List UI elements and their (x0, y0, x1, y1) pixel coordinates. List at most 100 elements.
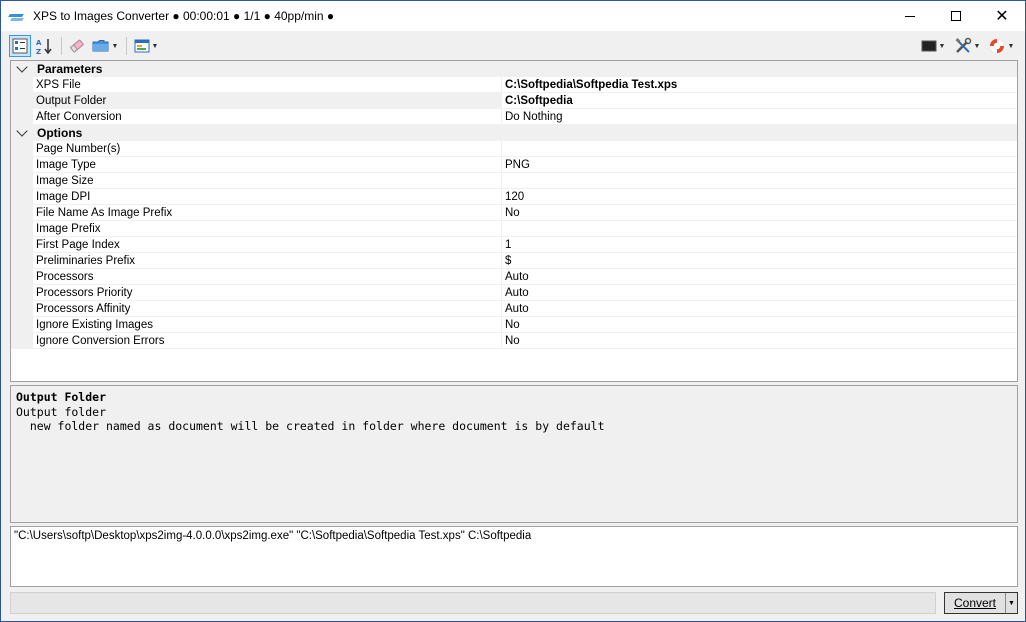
property-row-first-page-index[interactable]: First Page Index 1 (11, 237, 1017, 253)
description-line-1: Output folder (16, 404, 107, 419)
toolbar-separator (126, 37, 127, 55)
close-button[interactable]: ✕ (979, 1, 1025, 31)
property-name: First Page Index (33, 237, 501, 253)
property-value[interactable]: No (501, 205, 1017, 221)
property-value[interactable]: Auto (501, 285, 1017, 301)
property-value[interactable] (501, 141, 1017, 157)
toolbar-right: ▼ ▼ ▼ (917, 34, 1019, 58)
toolbar: A Z ▼ ▼ ▼ ▼ ▼ (9, 34, 1019, 58)
category-label: Options (37, 126, 83, 140)
property-value[interactable]: 120 (501, 189, 1017, 205)
tools-icon (955, 37, 971, 53)
property-value[interactable]: No (501, 333, 1017, 349)
progress-bar (10, 592, 936, 614)
chevron-down-icon: ▼ (111, 42, 119, 50)
property-row-after-conversion[interactable]: After Conversion Do Nothing (11, 109, 1017, 125)
property-value[interactable]: $ (501, 253, 1017, 269)
title-bar: XPS to Images Converter ● 00:00:01 ● 1/1… (1, 1, 1025, 31)
app-window: XPS to Images Converter ● 00:00:01 ● 1/1… (0, 0, 1026, 622)
property-value[interactable]: Auto (501, 269, 1017, 285)
view-icon (134, 39, 150, 53)
categorized-button[interactable] (9, 35, 31, 57)
property-row-image-prefix[interactable]: Image Prefix (11, 221, 1017, 237)
property-name: After Conversion (33, 109, 501, 125)
property-grid[interactable]: Parameters XPS File C:\Softpedia\Softped… (10, 60, 1018, 382)
open-folder-button[interactable]: ▼ (90, 35, 120, 57)
property-row-image-dpi[interactable]: Image DPI 120 (11, 189, 1017, 205)
category-options[interactable]: Options (11, 125, 1017, 141)
categorized-icon (12, 38, 28, 54)
minimize-icon (905, 15, 915, 17)
property-name: Image Size (33, 173, 501, 189)
description-panel: Output Folder Output folder new folder n… (10, 385, 1018, 523)
property-name: File Name As Image Prefix (33, 205, 501, 221)
window-title: XPS to Images Converter ● 00:00:01 ● 1/1… (33, 9, 335, 23)
property-name: Output Folder (33, 93, 501, 109)
property-name: XPS File (33, 77, 501, 93)
property-row-ignore-existing-images[interactable]: Ignore Existing Images No (11, 317, 1017, 333)
property-name: Ignore Conversion Errors (33, 333, 501, 349)
maximize-icon (951, 11, 961, 21)
property-row-file-name-as-image-prefix[interactable]: File Name As Image Prefix No (11, 205, 1017, 221)
property-name: Image Type (33, 157, 501, 173)
description-title: Output Folder (16, 390, 107, 404)
property-name: Ignore Existing Images (33, 317, 501, 333)
property-row-xps-file[interactable]: XPS File C:\Softpedia\Softpedia Test.xps (11, 77, 1017, 93)
chevron-down-icon: ▼ (938, 42, 946, 50)
property-value[interactable]: C:\Softpedia (501, 93, 1017, 109)
minimize-button[interactable] (887, 1, 933, 31)
property-value[interactable]: 1 (501, 237, 1017, 253)
convert-button-label: Convert (953, 596, 997, 610)
help-button[interactable]: ▼ (985, 35, 1017, 57)
console-button[interactable]: ▼ (917, 35, 949, 57)
chevron-down-icon: ▼ (973, 42, 981, 50)
convert-dropdown-arrow-icon[interactable]: ▼ (1005, 593, 1017, 613)
property-name: Processors (33, 269, 501, 285)
close-icon: ✕ (995, 6, 1009, 25)
help-lifebuoy-icon (989, 39, 1004, 53)
property-name: Processors Affinity (33, 301, 501, 317)
description-line-2: new folder named as document will be cre… (16, 419, 605, 433)
property-value[interactable] (501, 173, 1017, 189)
toolbar-separator (61, 37, 62, 55)
convert-button[interactable]: Convert ▼ (944, 592, 1018, 614)
tools-button[interactable]: ▼ (951, 35, 983, 57)
view-button[interactable]: ▼ (131, 35, 161, 57)
svg-text:Z: Z (36, 48, 41, 55)
property-row-output-folder[interactable]: Output Folder C:\Softpedia (11, 93, 1017, 109)
property-name: Image DPI (33, 189, 501, 205)
property-name: Page Number(s) (33, 141, 501, 157)
property-row-preliminaries-prefix[interactable]: Preliminaries Prefix $ (11, 253, 1017, 269)
property-value[interactable]: No (501, 317, 1017, 333)
property-row-processors-affinity[interactable]: Processors Affinity Auto (11, 301, 1017, 317)
collapse-chevron-icon[interactable] (16, 125, 28, 137)
maximize-button[interactable] (933, 1, 979, 31)
property-row-processors[interactable]: Processors Auto (11, 269, 1017, 285)
command-line-textbox[interactable]: "C:\Users\softp\Desktop\xps2img-4.0.0.0\… (10, 526, 1018, 587)
property-row-image-size[interactable]: Image Size (11, 173, 1017, 189)
sort-az-button[interactable]: A Z (33, 35, 55, 57)
property-value[interactable] (501, 221, 1017, 237)
property-name: Processors Priority (33, 285, 501, 301)
property-row-image-type[interactable]: Image Type PNG (11, 157, 1017, 173)
property-value[interactable]: Do Nothing (501, 109, 1017, 125)
property-value[interactable]: C:\Softpedia\Softpedia Test.xps (501, 77, 1017, 93)
app-icon (8, 9, 25, 23)
clear-button[interactable] (66, 35, 88, 57)
eraser-icon (69, 39, 84, 53)
property-row-processors-priority[interactable]: Processors Priority Auto (11, 285, 1017, 301)
svg-text:A: A (36, 39, 42, 47)
property-row-ignore-conversion-errors[interactable]: Ignore Conversion Errors No (11, 333, 1017, 349)
property-name: Image Prefix (33, 221, 501, 237)
chevron-down-icon: ▼ (1007, 42, 1015, 50)
category-label: Parameters (37, 62, 103, 76)
console-icon (921, 40, 937, 52)
category-parameters[interactable]: Parameters (11, 61, 1017, 77)
window-controls: ✕ (887, 1, 1025, 31)
folder-icon (92, 40, 109, 52)
property-row-page-numbers[interactable]: Page Number(s) (11, 141, 1017, 157)
collapse-chevron-icon[interactable] (16, 61, 28, 73)
property-value[interactable]: PNG (501, 157, 1017, 173)
chevron-down-icon: ▼ (151, 42, 159, 50)
property-value[interactable]: Auto (501, 301, 1017, 317)
